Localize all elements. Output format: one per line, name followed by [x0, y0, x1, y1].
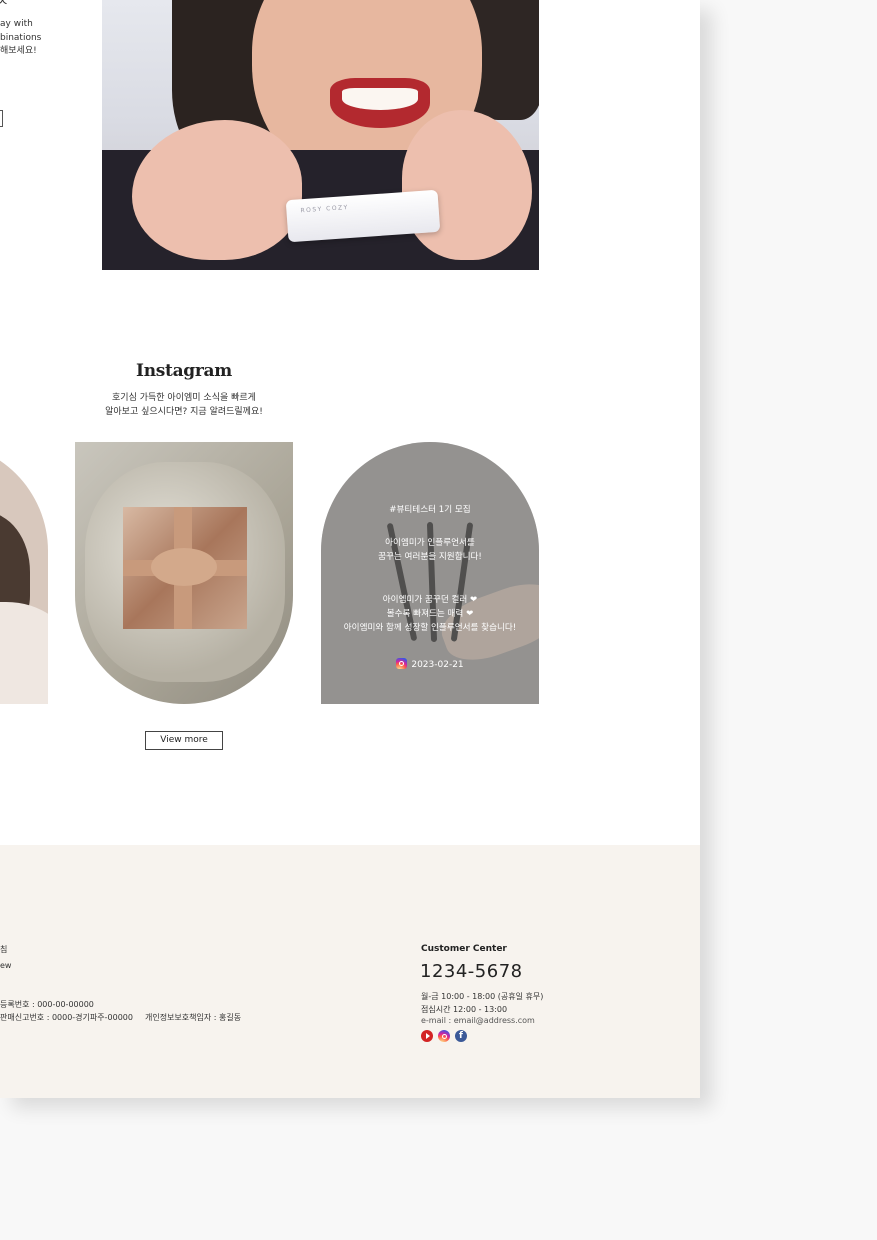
instagram-section-title: Instagram	[136, 361, 232, 381]
side-heading-fragment: ㅈ	[0, 0, 9, 10]
instagram-post-card-hover[interactable]: #뷰티테스터 1기 모집 아이엠미가 인플루언서를 꿈꾸는 여러분을 지원합니다…	[321, 442, 539, 704]
hero-image: ROSY COZY	[102, 0, 539, 270]
post-caption-line: 아이엠미와 함께 성장할 인플루언서를 찾습니다!	[343, 623, 517, 633]
side-text-line: ay with	[0, 19, 33, 29]
instagram-section-subtitle: 호기심 가득한 아이엠미 소식을 빠르게 알아보고 싶으시다면? 지금 알려드릴…	[0, 391, 368, 419]
instagram-post-card[interactable]	[0, 442, 48, 704]
post-caption: 아이엠미가 인플루언서를 꿈꾸는 여러분을 지원합니다!	[321, 536, 539, 564]
post-caption-line: 아이엠미가 인플루언서를	[385, 538, 475, 548]
footer: 침 ew 등록번호 : 000-00-00000 판매신고번호 : 0000-경…	[0, 845, 700, 1098]
instagram-post-card[interactable]	[75, 442, 293, 704]
subtitle-line: 알아보고 싶으시다면? 지금 알려드릴께요!	[105, 407, 263, 417]
hero-hand-left	[132, 120, 302, 260]
subtitle-line: 호기심 가득한 아이엠미 소식을 빠르게	[112, 393, 256, 403]
instagram-icon[interactable]	[438, 1030, 450, 1042]
customer-center-email: e-mail : email@address.com	[421, 1016, 535, 1025]
youtube-icon[interactable]	[421, 1030, 433, 1042]
side-text-line: binations	[0, 32, 42, 43]
privacy-officer: 개인정보보호책임자 : 홍길동	[144, 1013, 242, 1022]
product-brand-label: ROSY COZY	[300, 203, 350, 215]
side-more-button[interactable]	[0, 110, 3, 127]
card-photo-shirt	[0, 602, 48, 704]
footer-info-line: 판매신고번호 : 0000-경기파주-00000 개인정보보호책임자 : 홍길동	[0, 1012, 241, 1023]
post-date-row: 2023-02-21	[321, 658, 539, 670]
mail-order-number: 판매신고번호 : 0000-경기파주-00000	[0, 1013, 133, 1022]
card-photo-bow	[151, 548, 217, 586]
business-registration: 등록번호 : 000-00-00000	[0, 1000, 94, 1009]
customer-center-label: Customer Center	[421, 944, 507, 954]
post-caption-line: 꿈꾸는 여러분을 지원합니다!	[378, 552, 482, 562]
side-intro-text: ㅈ ay with binations 해보세요!	[0, 0, 42, 59]
hero-hand-right	[402, 110, 532, 260]
footer-link[interactable]: ew	[0, 961, 11, 970]
facebook-icon[interactable]: f	[455, 1030, 467, 1042]
post-date: 2023-02-21	[411, 660, 464, 670]
footer-link[interactable]: 침	[0, 944, 7, 955]
post-caption: 아이엠미가 꿈꾸던 컬러 ❤ 볼수록 빠져드는 매력 ❤ 아이엠미와 함께 성장…	[321, 593, 539, 635]
customer-center-hours: 월-금 10:00 - 18:00 (공휴일 휴무)	[421, 992, 544, 1001]
post-tag: #뷰티테스터 1기 모집	[389, 505, 471, 515]
customer-center-lunch: 점심시간 12:00 - 13:00	[421, 1005, 508, 1014]
page: ㅈ ay with binations 해보세요! ROSY COZY Inst…	[0, 0, 700, 1098]
post-caption-line: 볼수록 빠져드는 매력 ❤	[386, 609, 474, 619]
instagram-icon	[396, 658, 408, 669]
view-more-button[interactable]: View more	[145, 731, 223, 750]
post-caption-line: 아이엠미가 꿈꾸던 컬러 ❤	[382, 595, 478, 605]
social-links: f	[421, 1030, 467, 1042]
hero-teeth	[342, 88, 418, 110]
customer-center-phone: 1234-5678	[420, 961, 523, 982]
side-text-line: 해보세요!	[0, 46, 37, 56]
